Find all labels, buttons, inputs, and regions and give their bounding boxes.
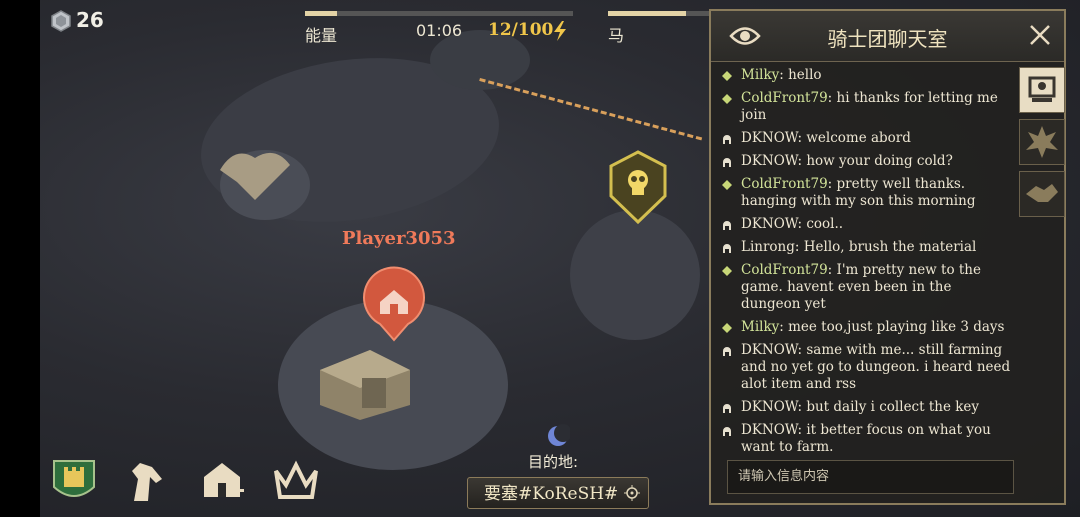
- chat-panel: 骑士团聊天室 Milky: hello ColdFront79: hi thank…: [709, 9, 1066, 505]
- tab-knight-chat[interactable]: [1019, 67, 1065, 113]
- chat-message-text: : welcome abord: [797, 130, 911, 146]
- timer: 01:06: [416, 21, 463, 40]
- chat-message-text: : how your doing cold?: [797, 153, 953, 169]
- chat-sender-name[interactable]: Milky: [741, 319, 779, 335]
- energy-bar: [305, 11, 573, 16]
- chat-message: DKNOW: welcome abord: [719, 130, 1014, 147]
- chat-message-text: : Hello, brush the material: [794, 239, 977, 255]
- energy-bar-fill: [305, 11, 338, 16]
- energy-label: 能量: [305, 26, 338, 45]
- castle-structure: [320, 350, 410, 420]
- helmet-icon: [723, 221, 731, 230]
- starburst-icon: [1026, 126, 1058, 158]
- diamond-icon: [722, 94, 732, 104]
- chat-header: 骑士团聊天室: [711, 11, 1064, 62]
- chat-sender-name[interactable]: Milky: [741, 67, 779, 83]
- moon-icon: [548, 424, 570, 446]
- chat-sender-name[interactable]: ColdFront79: [741, 262, 828, 278]
- chat-side-tabs: [1017, 63, 1065, 263]
- chat-sender-name[interactable]: DKNOW: [741, 342, 798, 358]
- chat-sender-name[interactable]: ColdFront79: [741, 176, 828, 192]
- game-map[interactable]: 26 能量 01:06 12/100 马 Player3053 目的地: 要塞#…: [40, 0, 1080, 517]
- chat-sender-name[interactable]: DKNOW: [741, 216, 798, 232]
- chat-message: Linrong: Hello, brush the material: [719, 239, 1014, 256]
- locate-target-icon[interactable]: [624, 485, 640, 501]
- chat-sender-name[interactable]: DKNOW: [741, 153, 798, 169]
- player-home-marker[interactable]: [360, 262, 428, 342]
- chat-sender-name[interactable]: DKNOW: [741, 422, 798, 438]
- chat-message: ColdFront79: I'm pretty new to the game.…: [719, 262, 1014, 313]
- chat-title: 骑士团聊天室: [827, 27, 948, 51]
- chat-message: DKNOW: cool..: [719, 216, 1014, 233]
- terrain-island: [570, 210, 700, 340]
- helmet-icon: [723, 135, 731, 144]
- chat-message: DKNOW: same with me... still farming and…: [719, 342, 1014, 393]
- diamond-icon: [722, 266, 732, 276]
- diamond-icon: [722, 323, 732, 333]
- destination-button[interactable]: 要塞#KoReSH#: [467, 477, 649, 509]
- chat-message: ColdFront79: hi thanks for letting me jo…: [719, 90, 1014, 124]
- lightning-icon: [554, 21, 566, 41]
- diamond-icon: [722, 180, 732, 190]
- helmet-icon: [723, 404, 731, 413]
- horse-label: 马: [608, 26, 625, 45]
- tab-battle[interactable]: [1019, 119, 1065, 165]
- close-icon[interactable]: [1028, 23, 1052, 47]
- skull-marker[interactable]: [605, 150, 671, 228]
- tab-alliance[interactable]: [1019, 171, 1065, 217]
- build-add-button[interactable]: [198, 457, 246, 505]
- chat-message-text: : but daily i collect the key: [797, 399, 980, 415]
- helmet-icon: [723, 244, 731, 253]
- chat-message: DKNOW: it better focus on what you want …: [719, 422, 1014, 456]
- route-line: [479, 78, 703, 141]
- horse-button[interactable]: [122, 457, 170, 505]
- crown-button[interactable]: [272, 457, 320, 505]
- player-name[interactable]: Player3053: [342, 228, 456, 249]
- horse-bar-fill: [608, 11, 686, 16]
- chat-sender-name[interactable]: DKNOW: [741, 130, 798, 146]
- chat-sender-name[interactable]: ColdFront79: [741, 90, 828, 106]
- chat-message: Milky: mee too,just playing like 3 days: [719, 319, 1014, 336]
- chat-sender-name[interactable]: Linrong: [741, 239, 795, 255]
- diamond-icon: [722, 71, 732, 81]
- skull-structure: [220, 152, 290, 200]
- group-chat-icon: [1028, 76, 1056, 102]
- handshake-icon: [1026, 184, 1058, 202]
- chat-sender-name[interactable]: DKNOW: [741, 399, 798, 415]
- energy-value: 12/100: [488, 20, 554, 40]
- chat-message: ColdFront79: pretty well thanks. hanging…: [719, 176, 1014, 210]
- destination-value: 要塞#KoReSH#: [484, 484, 619, 504]
- chat-message: Milky: hello: [719, 67, 1014, 84]
- chat-input[interactable]: 请输入信息内容: [727, 460, 1014, 494]
- chat-message: DKNOW: how your doing cold?: [719, 153, 1014, 170]
- helmet-icon: [723, 158, 731, 167]
- gem-count: 26: [76, 8, 104, 32]
- chat-message-list[interactable]: Milky: hello ColdFront79: hi thanks for l…: [719, 61, 1014, 456]
- alliance-castle-button[interactable]: [50, 457, 98, 505]
- chat-message-text: : mee too,just playing like 3 days: [779, 319, 1005, 335]
- chat-message-text: : hello: [779, 67, 822, 83]
- destination-label: 目的地:: [528, 453, 579, 471]
- helmet-icon: [723, 427, 731, 436]
- chat-message: DKNOW: but daily i collect the key: [719, 399, 1014, 416]
- helmet-icon: [723, 347, 731, 356]
- chat-message-text: : cool..: [797, 216, 844, 232]
- gem-icon: [51, 10, 71, 32]
